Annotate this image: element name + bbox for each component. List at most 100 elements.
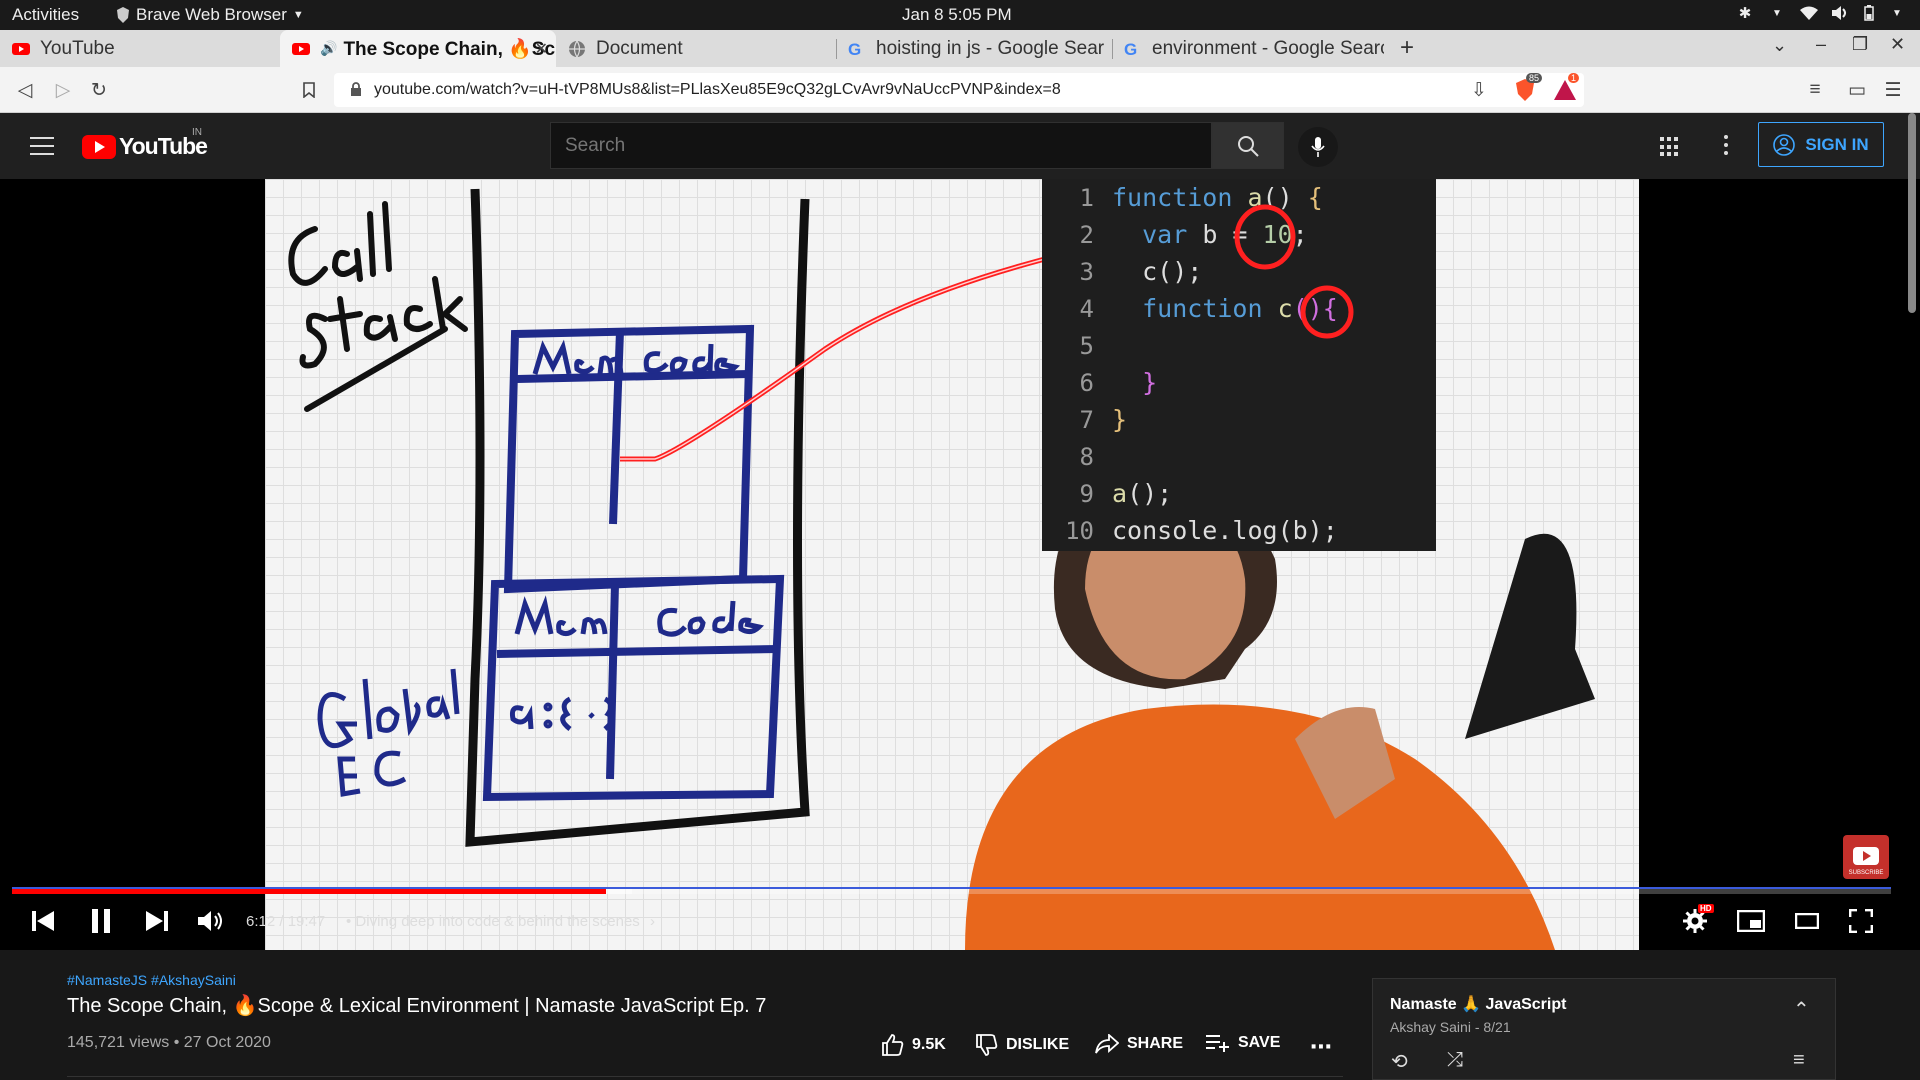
activities-button[interactable]: Activities — [12, 5, 79, 25]
brave-icon — [117, 7, 129, 23]
chevron-right-icon: › — [649, 913, 655, 930]
maximize-button[interactable]: ❐ — [1852, 34, 1868, 55]
address-bar[interactable]: youtube.com/watch?v=uH-tVP8MUs8&list=PLl… — [334, 73, 1584, 107]
volume-button[interactable] — [196, 906, 226, 936]
share-button[interactable]: SHARE — [1095, 1034, 1183, 1054]
tab-search-icon[interactable]: ⌄ — [1772, 35, 1787, 56]
code-line: 4 function c(){ — [1079, 294, 1338, 323]
sign-in-button[interactable]: SIGN IN — [1758, 122, 1884, 167]
tab-hoisting-search[interactable]: G hoisting in js - Google Sear — [836, 30, 1112, 67]
close-tab-icon[interactable]: ✕ — [535, 39, 548, 59]
google-icon: G — [848, 39, 862, 59]
bookmark-icon[interactable] — [298, 79, 320, 101]
dislike-button[interactable]: DISLIKE — [976, 1034, 1069, 1056]
search-input[interactable] — [550, 122, 1212, 169]
chapter-title[interactable]: • Diving deep into code & behind the sce… — [346, 913, 655, 930]
dislike-label: DISLIKE — [1006, 1036, 1070, 1053]
progress-bar[interactable] — [12, 887, 1891, 894]
youtube-masthead: YouTube IN SIGN IN — [0, 113, 1920, 179]
presenter-image — [965, 485, 1595, 950]
hashtags[interactable]: #NamasteJS #AkshaySaini — [67, 972, 236, 988]
mem-code-ink — [532, 339, 741, 375]
video-player[interactable]: 1 function a() { 2 var b = 10; 3 c(); 4 f… — [0, 179, 1920, 950]
tab-scope-chain[interactable]: 🔊 The Scope Chain, 🔥Sc ✕ — [280, 30, 556, 67]
youtube-logo[interactable]: YouTube IN — [82, 127, 208, 160]
time-display: 6:12 / 19:47 — [246, 913, 326, 930]
speaker-icon[interactable]: 🔊 — [320, 40, 337, 57]
next-button[interactable] — [142, 906, 172, 936]
close-window-button[interactable]: ✕ — [1890, 34, 1905, 55]
brave-rewards-button[interactable]: 1 — [1554, 73, 1580, 101]
voice-search-button[interactable] — [1298, 127, 1338, 167]
shields-count-badge: 85 — [1526, 73, 1543, 83]
subscribe-label: SUBSCRIBE — [1848, 870, 1884, 876]
volume-icon — [1832, 6, 1846, 20]
laser-circle-b — [1234, 204, 1296, 270]
tab-environment-search[interactable]: G environment - Google Searc — [1112, 30, 1384, 67]
settings-kebab-icon[interactable] — [1724, 135, 1728, 157]
country-code: IN — [192, 127, 202, 138]
loop-icon[interactable]: ⟲ — [1391, 1049, 1408, 1074]
youtube-favicon-icon — [292, 42, 310, 55]
divider — [67, 1076, 1343, 1077]
call-stack-label-ink — [288, 201, 468, 412]
global-ec-label-ink — [317, 668, 460, 797]
app-menu[interactable]: Brave Web Browser ▼ — [116, 5, 304, 25]
system-tray[interactable]: ✱ ▼ ▼ — [1736, 4, 1906, 22]
code-line: 8 — [1079, 442, 1094, 471]
reload-button[interactable]: ↻ — [88, 79, 110, 101]
youtube-play-icon — [1853, 847, 1879, 865]
theater-mode-button[interactable] — [1792, 906, 1822, 936]
settings-button[interactable]: HD — [1680, 904, 1714, 936]
thumbs-down-icon — [976, 1034, 998, 1056]
accessibility-icon[interactable]: ✱ — [1736, 4, 1754, 22]
guide-menu-icon[interactable] — [30, 137, 54, 155]
laser-circle-c — [1300, 285, 1354, 339]
more-actions-icon[interactable]: ⋯ — [1310, 1034, 1332, 1060]
wallet-icon[interactable]: ▭ — [1846, 79, 1868, 101]
clock[interactable]: Jan 8 5:05 PM — [902, 5, 1012, 25]
chevron-down-icon: ▼ — [1892, 7, 1902, 19]
minimize-button[interactable]: – — [1816, 34, 1826, 55]
pause-icon — [92, 909, 110, 933]
brave-shields-button[interactable]: 85 — [1514, 73, 1543, 101]
fullscreen-button[interactable] — [1846, 906, 1876, 936]
back-button[interactable]: ◁ — [14, 79, 36, 101]
laser-pointer-trail — [620, 246, 1086, 462]
playlist-save-icon[interactable]: ≡ — [1793, 1049, 1805, 1072]
microphone-icon — [1311, 137, 1325, 157]
url-text: youtube.com/watch?v=uH-tVP8MUs8&list=PLl… — [374, 81, 1061, 98]
wifi-icon — [1800, 6, 1818, 20]
code-line: 5 — [1079, 331, 1094, 360]
new-tab-button[interactable]: + — [1400, 34, 1414, 62]
save-label: SAVE — [1238, 1034, 1281, 1051]
browser-toolbar: ◁ ▷ ↻ youtube.com/watch?v=uH-tVP8MUs8&li… — [0, 67, 1920, 113]
code-line: 10 console.log(b); — [1065, 516, 1338, 545]
skip-previous-icon — [32, 911, 54, 931]
save-button[interactable]: SAVE — [1206, 1034, 1280, 1052]
stack-outline — [465, 188, 810, 847]
previous-button[interactable] — [28, 906, 58, 936]
account-icon — [1773, 133, 1796, 156]
miniplayer-button[interactable] — [1736, 906, 1766, 936]
playlist-icon[interactable]: ≡ — [1804, 79, 1826, 101]
chevron-up-icon[interactable]: ⌃ — [1793, 997, 1810, 1022]
tab-youtube[interactable]: YouTube — [0, 30, 280, 67]
install-icon[interactable]: ⇩ — [1468, 79, 1490, 101]
playlist-title[interactable]: Namaste 🙏 JavaScript — [1390, 994, 1566, 1014]
tab-document[interactable]: Document — [556, 30, 836, 67]
menu-icon[interactable]: ☰ — [1882, 79, 1904, 101]
code-line: 6 } — [1079, 368, 1158, 397]
page-scrollbar[interactable] — [1908, 113, 1916, 313]
youtube-play-icon — [82, 134, 116, 159]
shuffle-icon[interactable]: ⤮ — [1447, 1049, 1463, 1072]
forward-button[interactable]: ▷ — [52, 79, 74, 101]
thumbs-up-icon — [882, 1034, 904, 1056]
search-button[interactable] — [1212, 122, 1284, 169]
apps-grid-icon[interactable] — [1660, 137, 1680, 157]
subscribe-watermark[interactable]: SUBSCRIBE — [1843, 835, 1889, 879]
pause-button[interactable] — [86, 906, 116, 936]
gnome-top-bar: Activities Brave Web Browser ▼ Jan 8 5:0… — [0, 0, 1920, 30]
globe-icon — [569, 40, 585, 57]
like-button[interactable]: 9.5K — [882, 1034, 946, 1056]
